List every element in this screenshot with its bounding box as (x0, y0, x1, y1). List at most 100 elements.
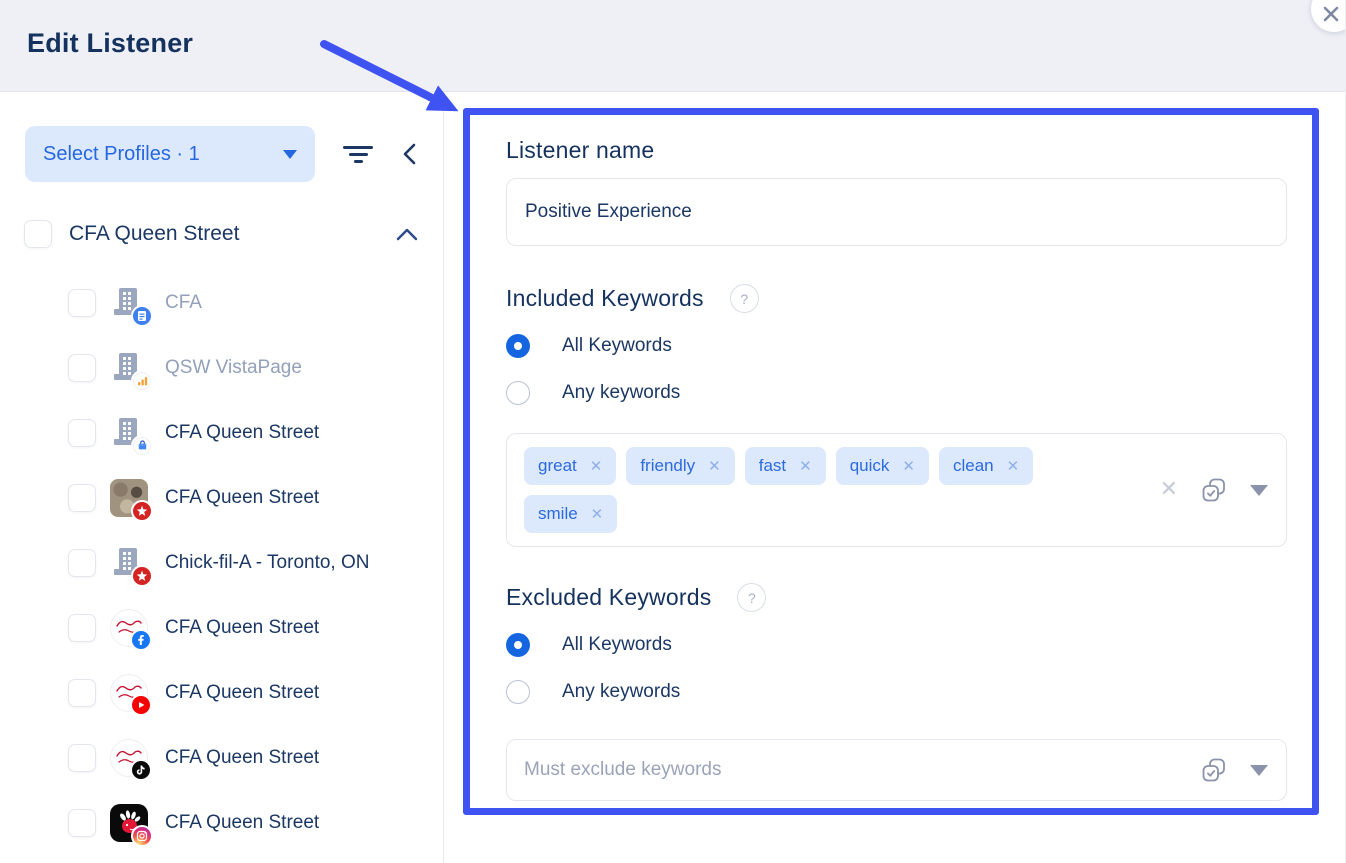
yelp-badge-icon (131, 500, 153, 522)
included-keywords-input[interactable]: great✕ friendly✕ fast✕ quick✕ clean✕ smi… (506, 433, 1287, 547)
profile-checkbox[interactable] (68, 549, 96, 577)
keyword-tag: friendly✕ (626, 447, 734, 485)
instagram-badge-icon (131, 825, 153, 847)
select-profiles-label: Select Profiles · 1 (43, 143, 283, 166)
profile-name: CFA Queen Street (165, 487, 319, 509)
remove-tag-icon[interactable]: ✕ (590, 457, 603, 475)
radio-selected-icon[interactable] (506, 334, 530, 358)
excluded-all-keywords-option[interactable]: All Keywords (506, 633, 1287, 657)
profile-row[interactable]: CFA Queen Street (0, 660, 443, 725)
keyword-tag: quick✕ (836, 447, 929, 485)
copy-keywords-icon[interactable] (1200, 756, 1228, 784)
analytics-badge-icon (131, 370, 153, 392)
profile-checkbox[interactable] (68, 354, 96, 382)
profile-checkbox[interactable] (68, 744, 96, 772)
profile-checkbox[interactable] (68, 419, 96, 447)
profile-checkbox[interactable] (68, 614, 96, 642)
building-avatar (110, 544, 148, 582)
chevron-down-icon (283, 150, 297, 159)
profile-checkbox[interactable] (68, 289, 96, 317)
building-avatar (110, 414, 148, 452)
radio-unselected-icon[interactable] (506, 680, 530, 704)
excluded-keywords-label: Excluded Keywords (506, 584, 711, 611)
close-icon (1322, 5, 1340, 23)
help-icon[interactable]: ? (737, 583, 766, 612)
tiktok-badge-icon (130, 759, 152, 781)
profile-group-row: CFA Queen Street (24, 220, 419, 248)
collapse-sidebar-button[interactable] (399, 141, 421, 167)
filter-icon (343, 146, 373, 149)
radio-selected-icon[interactable] (506, 633, 530, 657)
dialog-header: Edit Listener (0, 0, 1345, 92)
profile-name: QSW VistaPage (165, 357, 302, 379)
clear-all-tags-icon[interactable]: ✕ (1160, 479, 1178, 501)
radio-unselected-icon[interactable] (506, 381, 530, 405)
excluded-keywords-input[interactable] (524, 759, 1136, 781)
profile-row[interactable]: QSW VistaPage (0, 335, 443, 400)
group-checkbox[interactable] (24, 220, 52, 248)
included-any-keywords-option[interactable]: Any keywords (506, 381, 1287, 405)
profile-name: CFA (165, 292, 202, 314)
profile-row[interactable]: CFA Queen Street (0, 465, 443, 530)
profile-name: Chick-fil-A - Toronto, ON (165, 552, 369, 574)
profile-name: CFA Queen Street (165, 617, 319, 639)
page-title: Edit Listener (27, 28, 193, 59)
expand-keywords-icon[interactable] (1250, 485, 1268, 496)
profile-row[interactable]: CFA Queen Street (0, 400, 443, 465)
listener-form-panel: Listener name Included Keywords ? All Ke… (444, 92, 1345, 863)
profile-name: CFA Queen Street (165, 747, 319, 769)
youtube-badge-icon (130, 694, 152, 716)
remove-tag-icon[interactable]: ✕ (799, 457, 812, 475)
profile-checkbox[interactable] (68, 809, 96, 837)
listener-name-input[interactable] (506, 178, 1287, 246)
chevron-up-icon (395, 226, 419, 242)
profile-name: CFA Queen Street (165, 422, 319, 444)
blog-post-badge-icon (131, 305, 153, 327)
profile-list: CFA QSW VistaPage (0, 270, 443, 855)
remove-tag-icon[interactable]: ✕ (902, 457, 915, 475)
keyword-tag: clean✕ (939, 447, 1033, 485)
profile-row[interactable]: CFA (0, 270, 443, 335)
included-all-keywords-option[interactable]: All Keywords (506, 334, 1287, 358)
yelp-badge-icon (131, 565, 153, 587)
profile-row[interactable]: CFA Queen Street (0, 595, 443, 660)
profile-row[interactable]: CFA Queen Street (0, 790, 443, 855)
excluded-any-keywords-option[interactable]: Any keywords (506, 680, 1287, 704)
close-button[interactable] (1311, 0, 1346, 32)
help-icon[interactable]: ? (730, 284, 759, 313)
excluded-keywords-input-box (506, 739, 1287, 801)
copy-keywords-icon[interactable] (1200, 476, 1228, 504)
keyword-tag: great✕ (524, 447, 616, 485)
logo-avatar (110, 674, 148, 712)
building-avatar (110, 349, 148, 387)
included-keywords-label: Included Keywords (506, 285, 704, 312)
keyword-tag: smile✕ (524, 495, 617, 533)
photo-avatar (110, 479, 148, 517)
facebook-badge-icon (130, 629, 152, 651)
expand-keywords-icon[interactable] (1250, 765, 1268, 776)
logo-avatar (110, 609, 148, 647)
building-avatar (110, 284, 148, 322)
profile-row[interactable]: CFA Queen Street (0, 725, 443, 790)
cfa-logo-avatar (110, 804, 148, 842)
profile-name: CFA Queen Street (165, 812, 319, 834)
profile-name: CFA Queen Street (165, 682, 319, 704)
profile-checkbox[interactable] (68, 484, 96, 512)
remove-tag-icon[interactable]: ✕ (1007, 457, 1020, 475)
remove-tag-icon[interactable]: ✕ (591, 505, 604, 523)
group-label: CFA Queen Street (69, 222, 395, 246)
listener-name-label: Listener name (506, 137, 1287, 164)
logo-avatar (110, 739, 148, 777)
sidebar-toolbar: Select Profiles · 1 (0, 126, 443, 182)
edit-listener-dialog: Edit Listener Select Profiles · 1 (0, 0, 1346, 863)
select-profiles-dropdown[interactable]: Select Profiles · 1 (25, 126, 315, 182)
keyword-tag: fast✕ (745, 447, 826, 485)
profile-checkbox[interactable] (68, 679, 96, 707)
collapse-group-button[interactable] (395, 226, 419, 242)
chevron-left-icon (399, 141, 421, 167)
filter-button[interactable] (341, 137, 375, 171)
google-business-badge-icon (131, 435, 153, 457)
profile-row[interactable]: Chick-fil-A - Toronto, ON (0, 530, 443, 595)
profile-sidebar: Select Profiles · 1 CFA Queen Street (0, 92, 444, 863)
remove-tag-icon[interactable]: ✕ (708, 457, 721, 475)
